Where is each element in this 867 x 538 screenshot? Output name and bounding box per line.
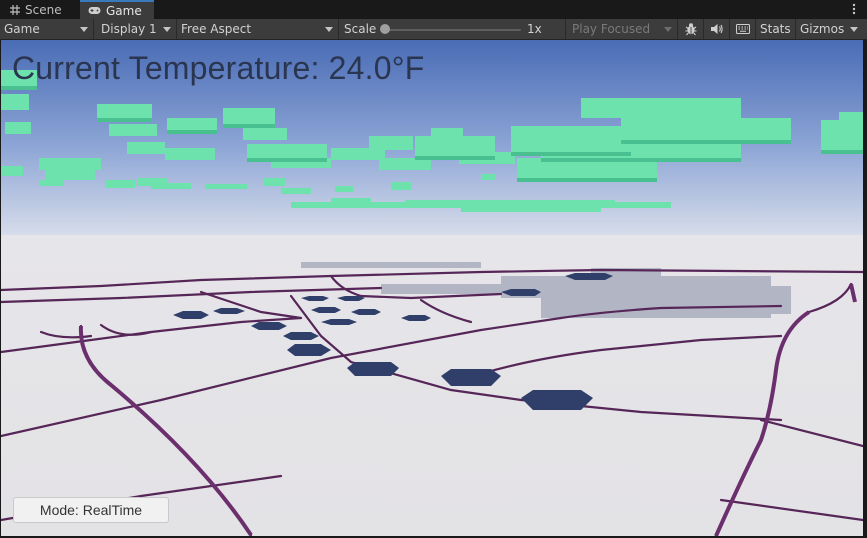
temperature-readout: Current Temperature: 24.0°F <box>12 50 425 86</box>
scale-slider-handle[interactable] <box>380 24 390 34</box>
gamepad-icon <box>88 7 101 14</box>
display-dropdown[interactable]: Display 1 <box>97 19 177 39</box>
mode-toggle-button[interactable]: Mode: RealTime <box>13 497 169 523</box>
display-value: Display 1 <box>101 22 157 36</box>
view-type-value: Game <box>4 22 40 36</box>
keyboard-icon <box>735 24 750 34</box>
tab-game[interactable]: Game <box>80 0 154 19</box>
stats-button[interactable]: Stats <box>756 19 796 39</box>
scale-slider-track[interactable] <box>386 29 521 31</box>
tab-game-label: Game <box>106 3 142 18</box>
stats-label: Stats <box>760 22 791 36</box>
scale-value: 1x <box>527 22 542 36</box>
aspect-value: Free Aspect <box>181 22 252 36</box>
speaker-icon <box>710 24 723 34</box>
game-viewport[interactable]: Current Temperature: 24.0°F Mode: RealTi… <box>1 40 863 536</box>
play-mode-dropdown[interactable]: Play Focused <box>568 19 678 39</box>
tab-options-menu[interactable] <box>847 2 861 16</box>
kebab-menu-icon <box>852 3 856 15</box>
gizmos-label: Gizmos <box>800 22 845 36</box>
chevron-down-icon <box>163 27 171 32</box>
aspect-dropdown[interactable]: Free Aspect <box>177 19 339 39</box>
play-mode-value: Play Focused <box>572 22 651 36</box>
tab-scene-label: Scene <box>25 3 62 17</box>
view-type-dropdown[interactable]: Game <box>0 19 94 39</box>
gizmos-dropdown[interactable]: Gizmos <box>796 19 863 39</box>
chevron-down-icon <box>325 27 333 32</box>
scale-label: Scale <box>344 22 377 36</box>
bug-toggle-button[interactable] <box>678 19 704 39</box>
mute-audio-button[interactable] <box>704 19 730 39</box>
chevron-down-icon <box>850 27 858 32</box>
city-scene-render <box>1 40 863 536</box>
tab-scene[interactable]: Scene <box>2 1 80 19</box>
grid-hash-icon <box>10 5 20 15</box>
chevron-down-icon <box>80 27 88 32</box>
editor-tab-strip: Scene Game <box>0 0 867 19</box>
chevron-down-icon <box>664 27 672 32</box>
shortcuts-button[interactable] <box>730 19 756 39</box>
bug-icon <box>685 23 696 36</box>
window-edge <box>863 40 867 538</box>
